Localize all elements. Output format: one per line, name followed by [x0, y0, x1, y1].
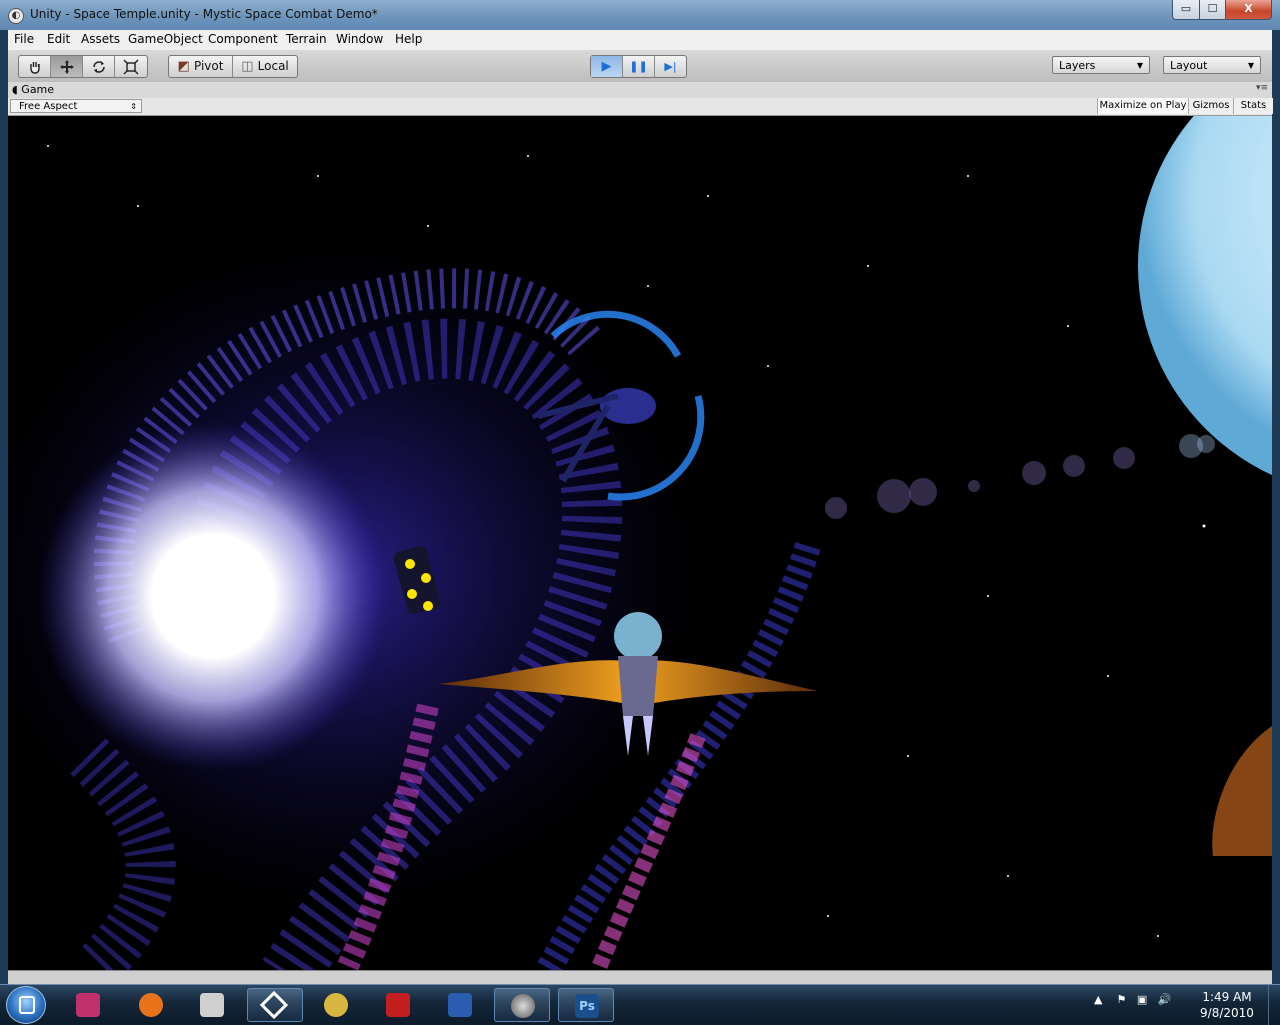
word-icon [448, 993, 472, 1017]
play-icon: ▶ [601, 59, 612, 74]
menu-file[interactable]: File [14, 32, 34, 46]
status-bar [8, 970, 1272, 985]
close-icon: X [1244, 2, 1253, 15]
playback-controls: ▶ ❚❚ ▶| [590, 55, 687, 78]
firefox-icon [139, 993, 163, 1017]
play-button[interactable]: ▶ [591, 56, 623, 77]
lens-flare [825, 434, 1215, 519]
menu-edit[interactable]: Edit [47, 32, 70, 46]
taskbar-word[interactable] [437, 988, 483, 1022]
window-title-bar[interactable]: ◐ Unity - Space Temple.unity - Mystic Sp… [0, 0, 1280, 30]
game-tab-header: ◖ Game ▾≡ [8, 82, 1272, 98]
hand-tool-button[interactable] [19, 56, 51, 77]
layers-label: Layers [1059, 59, 1096, 72]
stats-toggle[interactable]: Stats [1233, 98, 1273, 114]
menu-assets[interactable]: Assets [81, 32, 120, 46]
scale-tool-button[interactable] [115, 56, 147, 77]
step-button[interactable]: ▶| [655, 56, 686, 77]
galaxy [8, 246, 698, 970]
move-tool-button[interactable] [51, 56, 83, 77]
system-tray: ▲ ⚑ ▣ 🔊 [1094, 993, 1171, 1006]
close-button[interactable]: X [1225, 0, 1272, 20]
rotate-icon [92, 61, 105, 73]
tab-menu-icon[interactable]: ▾≡ [1256, 83, 1268, 93]
taskbar-clock[interactable]: 1:49 AM 9/8/2010 [1190, 989, 1264, 1021]
game-tab-label: Game [21, 83, 55, 96]
inkscape-icon [200, 993, 224, 1017]
taskbar-unity[interactable] [247, 988, 303, 1022]
game-controller-icon: ◖ [12, 83, 18, 96]
aspect-dropdown[interactable]: Free Aspect ⇕ [10, 99, 142, 113]
menu-terrain[interactable]: Terrain [286, 32, 327, 46]
media-app-icon [76, 993, 100, 1017]
layers-dropdown[interactable]: Layers ▼ [1052, 56, 1150, 74]
taskbar-media-app[interactable] [65, 988, 111, 1022]
menu-gameobject[interactable]: GameObject [128, 32, 203, 46]
taskbar-sphere-app[interactable] [494, 988, 550, 1022]
unity-logo-icon: ◐ [8, 8, 24, 24]
cube-icon: ◫ [241, 59, 254, 74]
taskbar-inkscape[interactable] [189, 988, 235, 1022]
gizmos-toggle[interactable]: Gizmos [1188, 98, 1233, 114]
pause-button[interactable]: ❚❚ [623, 56, 655, 77]
photoshop-icon: Ps [575, 994, 599, 1018]
aspect-label: Free Aspect [19, 101, 78, 112]
maximize-icon: ☐ [1207, 2, 1218, 15]
pivot-local-group: ◩ Pivot ◫ Local [168, 55, 298, 78]
pivot-label: Pivot [193, 59, 224, 73]
menu-window[interactable]: Window [336, 32, 383, 46]
updown-arrow-icon: ⇕ [130, 102, 137, 111]
windows-logo-icon [19, 996, 35, 1014]
taskbar-photoshop[interactable]: Ps [558, 988, 614, 1022]
layout-label: Layout [1170, 59, 1208, 72]
taskbar-sins[interactable] [375, 988, 421, 1022]
unity-icon [259, 990, 289, 1020]
move-icon [59, 60, 74, 74]
show-desktop-button[interactable] [1268, 985, 1280, 1025]
maximize-button[interactable]: ☐ [1199, 0, 1226, 20]
local-toggle[interactable]: ◫ Local [233, 56, 297, 77]
pivot-icon: ◩ [177, 59, 190, 74]
show-hidden-icons[interactable]: ▲ [1094, 993, 1102, 1006]
clock-date: 9/8/2010 [1200, 1006, 1254, 1020]
minimize-button[interactable]: ▭ [1172, 0, 1200, 20]
taskbar-game-app[interactable] [313, 988, 359, 1022]
sphere-app-icon [511, 994, 535, 1018]
game-view[interactable] [8, 116, 1272, 970]
transform-tools [18, 55, 148, 78]
game-view-bar: Free Aspect ⇕ Maximize on Play Gizmos St… [8, 98, 1273, 116]
tab-game[interactable]: ◖ Game [12, 83, 54, 96]
volume-icon[interactable]: 🔊 [1158, 993, 1172, 1006]
window-title: Unity - Space Temple.unity - Mystic Spac… [30, 7, 378, 21]
taskbar-firefox[interactable] [128, 988, 174, 1022]
menu-bar: File Edit Assets GameObject Component Te… [8, 30, 1272, 50]
pause-icon: ❚❚ [629, 60, 648, 73]
planet [1138, 116, 1272, 856]
chevron-down-icon: ▼ [1247, 61, 1254, 70]
taskbar: Ps ▲ ⚑ ▣ 🔊 1:49 AM 9/8/2010 [0, 984, 1280, 1025]
maximize-on-play-toggle[interactable]: Maximize on Play [1097, 98, 1188, 114]
layout-dropdown[interactable]: Layout ▼ [1163, 56, 1261, 74]
game-app-icon [324, 993, 348, 1017]
main-toolbar: ◩ Pivot ◫ Local ▶ ❚❚ ▶| Layers ▼ Layout … [8, 50, 1272, 83]
space-scene [8, 116, 1272, 970]
menu-help[interactable]: Help [395, 32, 422, 46]
start-button[interactable] [6, 986, 46, 1024]
hand-icon [29, 62, 40, 74]
chevron-down-icon: ▼ [1136, 61, 1143, 70]
sins-icon [386, 993, 410, 1017]
scale-icon [123, 59, 139, 75]
pivot-toggle[interactable]: ◩ Pivot [169, 56, 233, 77]
menu-component[interactable]: Component [208, 32, 278, 46]
clock-time: 1:49 AM [1202, 990, 1252, 1004]
network-icon[interactable]: ▣ [1137, 993, 1147, 1006]
local-label: Local [257, 59, 289, 73]
rotate-tool-button[interactable] [83, 56, 115, 77]
action-center-flag-icon[interactable]: ⚑ [1116, 993, 1126, 1006]
step-icon: ▶| [664, 60, 677, 73]
minimize-icon: ▭ [1180, 2, 1192, 15]
